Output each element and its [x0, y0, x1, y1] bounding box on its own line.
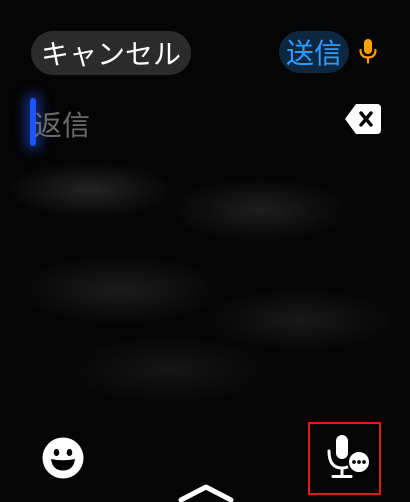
backspace-icon[interactable] — [344, 102, 382, 136]
watch-reply-screen: キャンセル 送信 返信 — [0, 0, 410, 502]
dictation-microphone-icon[interactable] — [318, 432, 372, 486]
reply-input[interactable]: 返信 — [34, 104, 90, 144]
scribble-canvas[interactable] — [0, 150, 410, 420]
chevron-up-icon[interactable] — [178, 482, 234, 502]
send-button[interactable]: 送信 — [279, 31, 350, 73]
emoji-icon[interactable] — [42, 437, 84, 479]
cancel-button[interactable]: キャンセル — [31, 31, 192, 75]
cancel-label: キャンセル — [41, 38, 182, 71]
send-label: 送信 — [286, 37, 343, 70]
microphone-icon[interactable] — [358, 38, 378, 64]
